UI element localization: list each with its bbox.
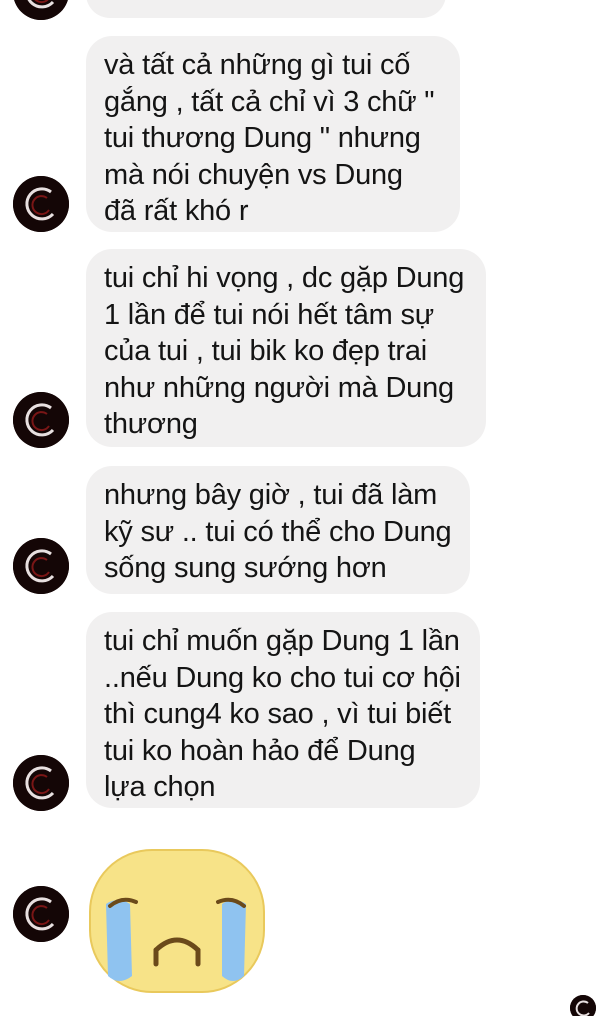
message-bubble[interactable]: và tất cả những gì tui cố gắng , tất cả …: [86, 36, 460, 232]
crying-face-icon[interactable]: [88, 846, 266, 996]
avatar-icon[interactable]: [13, 886, 69, 942]
chat-thread: và tất cả những gì tui cố gắng , tất cả …: [0, 0, 600, 1016]
message-bubble[interactable]: tui chỉ muốn gặp Dung 1 lần ..nếu Dung k…: [86, 612, 480, 808]
avatar-icon[interactable]: [13, 538, 69, 594]
avatar-icon[interactable]: [13, 755, 69, 811]
read-receipt-avatar-icon: [570, 995, 596, 1016]
message-bubble[interactable]: nhưng bây giờ , tui đã làm kỹ sư .. tui …: [86, 466, 470, 594]
message-bubble-partial[interactable]: [86, 0, 446, 18]
avatar-icon[interactable]: [13, 176, 69, 232]
message-bubble[interactable]: tui chỉ hi vọng , dc gặp Dung 1 lần để t…: [86, 249, 486, 447]
avatar-icon[interactable]: [13, 392, 69, 448]
avatar-icon[interactable]: [13, 0, 69, 20]
